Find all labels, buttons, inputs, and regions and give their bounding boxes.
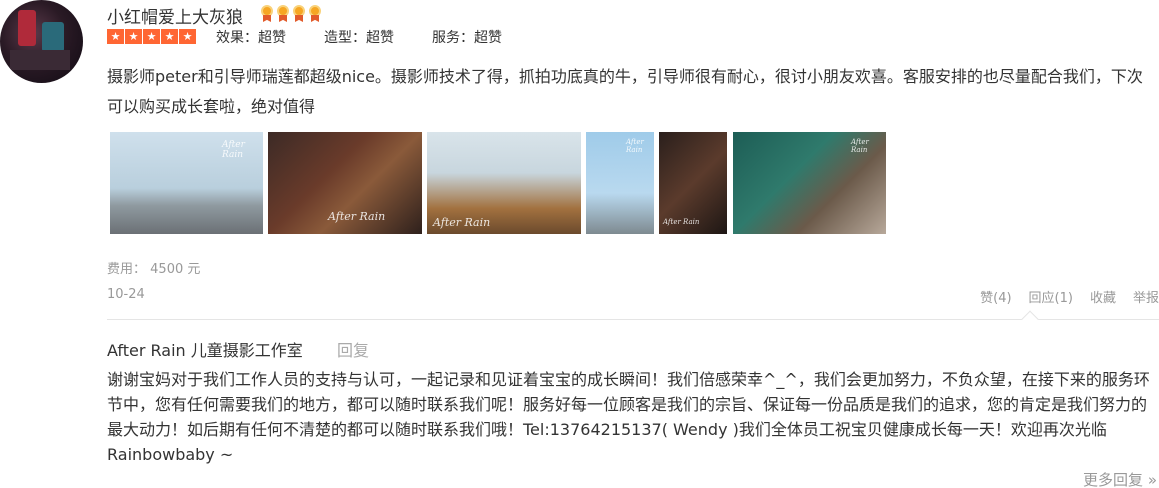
medal-icon <box>308 5 322 22</box>
score-effect: 效果：超赞 <box>216 30 286 46</box>
review-photo[interactable]: After Rain <box>110 132 263 234</box>
review-photo[interactable]: After Rain <box>268 132 422 234</box>
photo-watermark: After Rain <box>433 216 491 229</box>
username[interactable]: 小红帽爱上大灰狼 <box>107 3 243 28</box>
user-avatar[interactable] <box>0 0 83 83</box>
avatar-detail <box>10 50 70 70</box>
medal-icon <box>276 5 290 22</box>
avatar-detail <box>18 10 36 46</box>
score-service: 服务：超赞 <box>432 30 502 46</box>
review-actions: 赞(4) 回应(1) 收藏 举报 <box>963 287 1159 306</box>
star-icon: ★ <box>107 29 124 44</box>
review-photo[interactable]: After Rain <box>733 132 886 234</box>
medal-icon <box>292 5 306 22</box>
review-photo[interactable]: After Rain <box>586 132 654 234</box>
star-icon: ★ <box>143 29 160 44</box>
star-rating: ★ ★ ★ ★ ★ <box>107 29 196 44</box>
like-button[interactable]: 赞(4) <box>980 287 1011 306</box>
sub-scores: 效果：超赞 造型：超赞 服务：超赞 <box>216 27 540 47</box>
photo-watermark: After Rain <box>328 210 386 223</box>
merchant-name[interactable]: After Rain 儿童摄影工作室 <box>107 337 303 361</box>
fee: 费用： 4500 元 <box>107 258 200 277</box>
more-replies-link[interactable]: 更多回复 » <box>1083 469 1157 488</box>
avatar-detail <box>42 22 64 52</box>
medal-icon <box>260 5 274 22</box>
fee-label: 费用： <box>107 262 147 277</box>
photo-watermark: After Rain <box>663 218 700 226</box>
review-text: 摄影师peter和引导师瑞莲都超级nice。摄影师技术了得，抓拍功底真的牛，引导… <box>107 67 1143 116</box>
reply-button[interactable]: 回应(1) <box>1029 287 1073 306</box>
review-photo[interactable]: After Rain <box>659 132 727 234</box>
report-button[interactable]: 举报 <box>1133 287 1159 306</box>
divider <box>107 319 1159 320</box>
photo-watermark: After Rain <box>851 138 869 154</box>
review-date: 10-24 <box>107 287 145 302</box>
photo-watermark: After Rain <box>626 138 644 154</box>
star-icon: ★ <box>179 29 196 44</box>
user-medals <box>260 5 322 22</box>
star-icon: ★ <box>161 29 178 44</box>
reply-pointer <box>1021 310 1039 328</box>
score-styling: 造型：超赞 <box>324 30 394 46</box>
photo-watermark: After Rain <box>222 140 245 160</box>
review-photo[interactable]: After Rain <box>427 132 581 234</box>
merchant-reply-button[interactable]: 回复 <box>337 337 369 361</box>
fee-value: 4500 元 <box>150 262 201 277</box>
favorite-button[interactable]: 收藏 <box>1090 287 1116 306</box>
star-icon: ★ <box>125 29 142 44</box>
merchant-reply-text: 谢谢宝妈对于我们工作人员的支持与认可，一起记录和见证着宝宝的成长瞬间！我们倍感荣… <box>107 370 1150 464</box>
